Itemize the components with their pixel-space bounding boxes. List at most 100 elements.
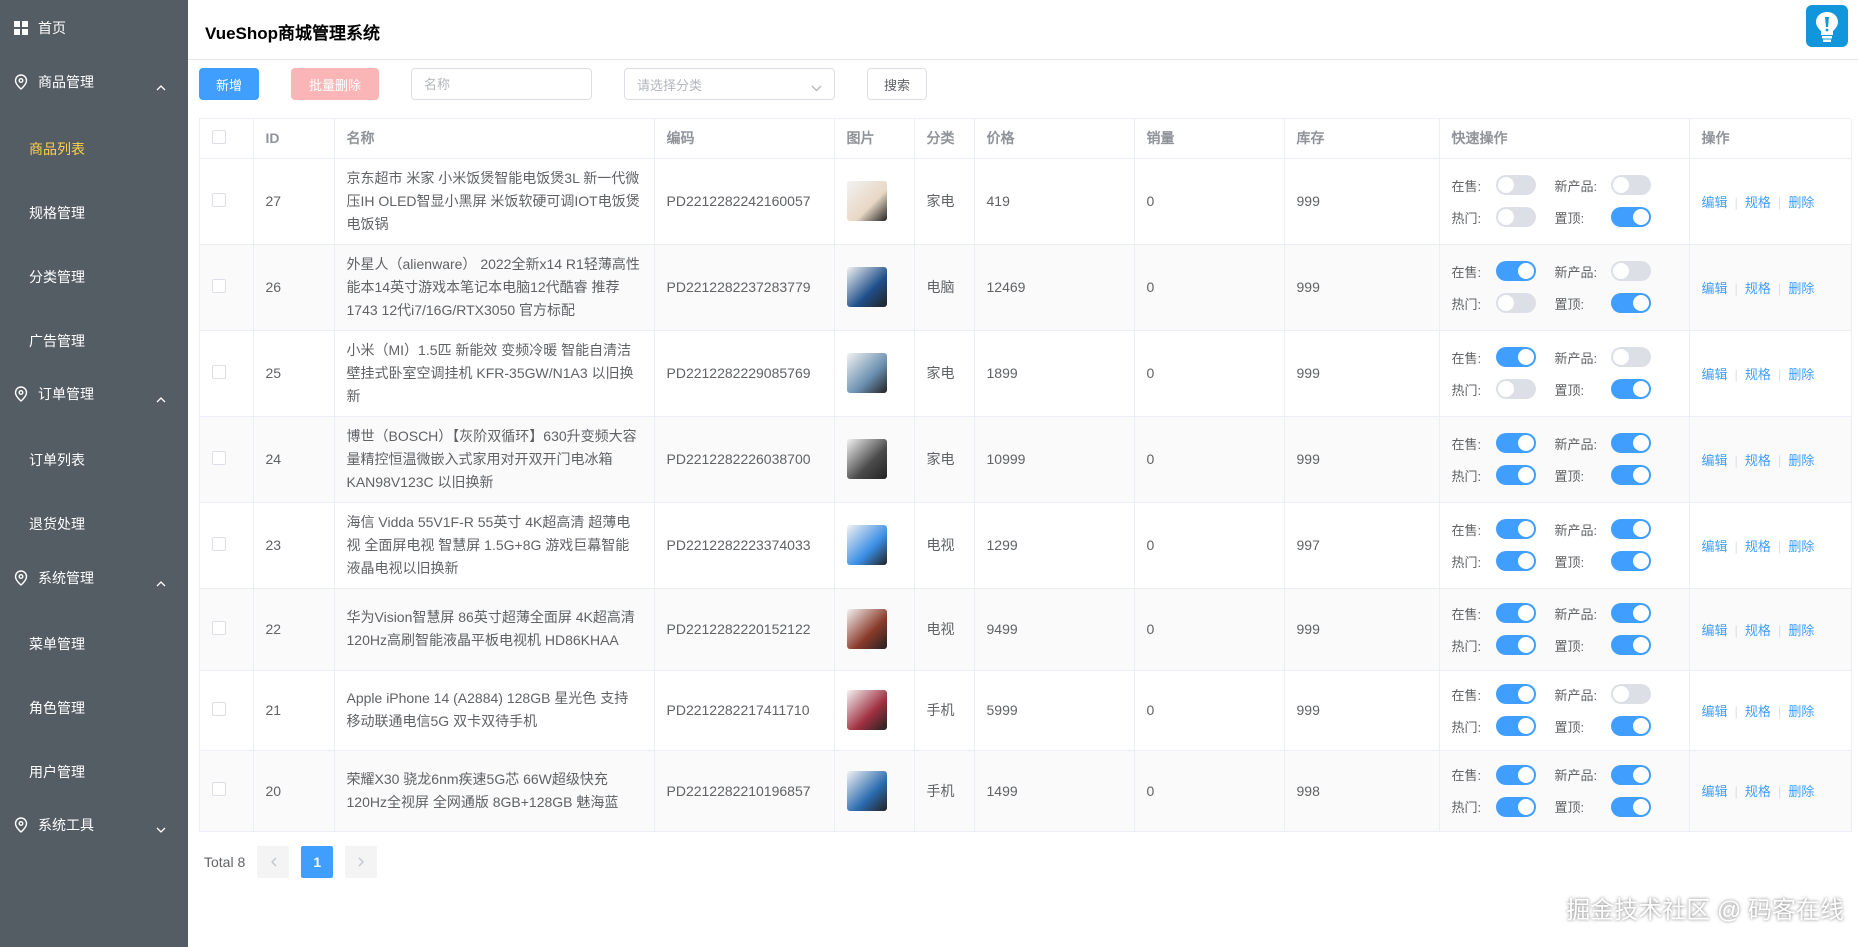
spec-link[interactable]: 规格: [1745, 367, 1771, 382]
spec-link[interactable]: 规格: [1745, 281, 1771, 296]
edit-link[interactable]: 编辑: [1702, 704, 1728, 719]
sidebar-item-order-list[interactable]: 订单列表: [0, 432, 188, 488]
edit-link[interactable]: 编辑: [1702, 784, 1728, 799]
on-sale-switch[interactable]: [1495, 603, 1536, 623]
hot-switch[interactable]: [1495, 207, 1536, 227]
delete-link[interactable]: 删除: [1788, 195, 1814, 210]
lightbulb-icon[interactable]: [1806, 5, 1848, 47]
top-switch[interactable]: [1610, 635, 1651, 655]
hot-switch[interactable]: [1495, 293, 1536, 313]
on-sale-switch[interactable]: [1495, 684, 1536, 704]
hot-switch[interactable]: [1495, 551, 1536, 571]
hot-switch[interactable]: [1495, 635, 1536, 655]
new-product-switch[interactable]: [1610, 175, 1651, 195]
delete-link[interactable]: 删除: [1788, 623, 1814, 638]
top-switch[interactable]: [1610, 207, 1651, 227]
row-checkbox[interactable]: [212, 536, 226, 551]
add-button[interactable]: 新增: [199, 68, 259, 100]
top-switch[interactable]: [1610, 551, 1651, 571]
batch-delete-button[interactable]: 批量删除: [291, 68, 379, 100]
sidebar-item-ads[interactable]: 广告管理: [0, 313, 188, 369]
edit-link[interactable]: 编辑: [1702, 539, 1728, 554]
on-sale-switch[interactable]: [1495, 764, 1536, 785]
spec-link[interactable]: 规格: [1745, 623, 1771, 638]
edit-link[interactable]: 编辑: [1702, 367, 1728, 382]
new-product-switch[interactable]: [1610, 764, 1651, 785]
on-sale-switch[interactable]: [1495, 261, 1536, 281]
prev-page-button[interactable]: [257, 846, 290, 878]
sidebar-group-orders[interactable]: 订单管理: [0, 366, 188, 422]
sidebar-item-goods-list[interactable]: 商品列表: [0, 121, 188, 177]
top-switch[interactable]: [1610, 293, 1651, 313]
delete-link[interactable]: 删除: [1788, 367, 1814, 382]
sidebar-item-spec[interactable]: 规格管理: [0, 185, 188, 241]
on-sale-switch[interactable]: [1495, 175, 1536, 195]
spec-link[interactable]: 规格: [1745, 704, 1771, 719]
sidebar-group-tools[interactable]: 系统工具: [0, 797, 188, 853]
next-page-button[interactable]: [345, 846, 378, 878]
sidebar-item-returns[interactable]: 退货处理: [0, 496, 188, 552]
row-checkbox[interactable]: [212, 701, 226, 716]
edit-link[interactable]: 编辑: [1702, 623, 1728, 638]
row-select-cell[interactable]: [200, 750, 254, 832]
name-search-input[interactable]: [411, 68, 592, 100]
sidebar-item-menus[interactable]: 菜单管理: [0, 616, 188, 672]
top-switch[interactable]: [1610, 465, 1651, 485]
sidebar-item-users[interactable]: 用户管理: [0, 744, 188, 800]
delete-link[interactable]: 删除: [1788, 539, 1814, 554]
hot-switch[interactable]: [1495, 716, 1536, 736]
hot-switch[interactable]: [1495, 796, 1536, 817]
on-sale-switch[interactable]: [1495, 347, 1536, 367]
top-switch[interactable]: [1610, 716, 1651, 736]
row-select-cell[interactable]: [200, 670, 254, 751]
row-select-cell[interactable]: [200, 588, 254, 671]
search-button[interactable]: 搜索: [867, 68, 927, 100]
select-all-checkbox[interactable]: [212, 129, 226, 144]
row-checkbox[interactable]: [212, 782, 226, 796]
row-select-cell[interactable]: [200, 330, 254, 417]
row-select-cell[interactable]: [200, 416, 254, 503]
sidebar-group-goods[interactable]: 商品管理: [0, 54, 188, 110]
hot-switch[interactable]: [1495, 379, 1536, 399]
row-select-cell[interactable]: [200, 244, 254, 331]
select-all-cell[interactable]: [200, 119, 254, 159]
page-button-current[interactable]: 1: [301, 846, 334, 878]
row-checkbox[interactable]: [212, 620, 226, 635]
edit-link[interactable]: 编辑: [1702, 195, 1728, 210]
row-checkbox[interactable]: [212, 278, 226, 293]
category-select[interactable]: 请选择分类: [624, 68, 835, 100]
delete-link[interactable]: 删除: [1788, 453, 1814, 468]
delete-link[interactable]: 删除: [1788, 281, 1814, 296]
spec-link[interactable]: 规格: [1745, 784, 1771, 799]
sidebar-item-roles[interactable]: 角色管理: [0, 680, 188, 736]
hot-switch[interactable]: [1495, 465, 1536, 485]
row-checkbox[interactable]: [212, 450, 226, 465]
delete-link[interactable]: 删除: [1788, 784, 1814, 799]
on-sale-switch[interactable]: [1495, 433, 1536, 453]
new-product-switch[interactable]: [1610, 261, 1651, 281]
sidebar-group-system[interactable]: 系统管理: [0, 550, 188, 606]
new-product-switch[interactable]: [1610, 684, 1651, 704]
spec-link[interactable]: 规格: [1745, 539, 1771, 554]
edit-link[interactable]: 编辑: [1702, 281, 1728, 296]
row-checkbox[interactable]: [212, 192, 226, 207]
row-checkbox[interactable]: [212, 364, 226, 379]
row-select-cell[interactable]: [200, 502, 254, 589]
row-select-cell[interactable]: [200, 158, 254, 245]
new-product-switch[interactable]: [1610, 433, 1651, 453]
on-sale-label: 在售:: [1451, 436, 1482, 452]
edit-link[interactable]: 编辑: [1702, 453, 1728, 468]
top-switch[interactable]: [1610, 379, 1651, 399]
on-sale-switch[interactable]: [1495, 519, 1536, 539]
new-product-switch[interactable]: [1610, 603, 1651, 623]
on-sale-label: 在售:: [1451, 768, 1482, 783]
sidebar-item-category[interactable]: 分类管理: [0, 249, 188, 305]
new-product-switch[interactable]: [1610, 347, 1651, 367]
top-switch[interactable]: [1610, 796, 1651, 817]
spec-link[interactable]: 规格: [1745, 453, 1771, 468]
new-product-switch[interactable]: [1610, 519, 1651, 539]
delete-link[interactable]: 删除: [1788, 704, 1814, 719]
spec-link[interactable]: 规格: [1745, 195, 1771, 210]
sidebar-item-home[interactable]: 首页: [0, 0, 188, 56]
sidebar-item-label: 分类管理: [29, 269, 85, 285]
